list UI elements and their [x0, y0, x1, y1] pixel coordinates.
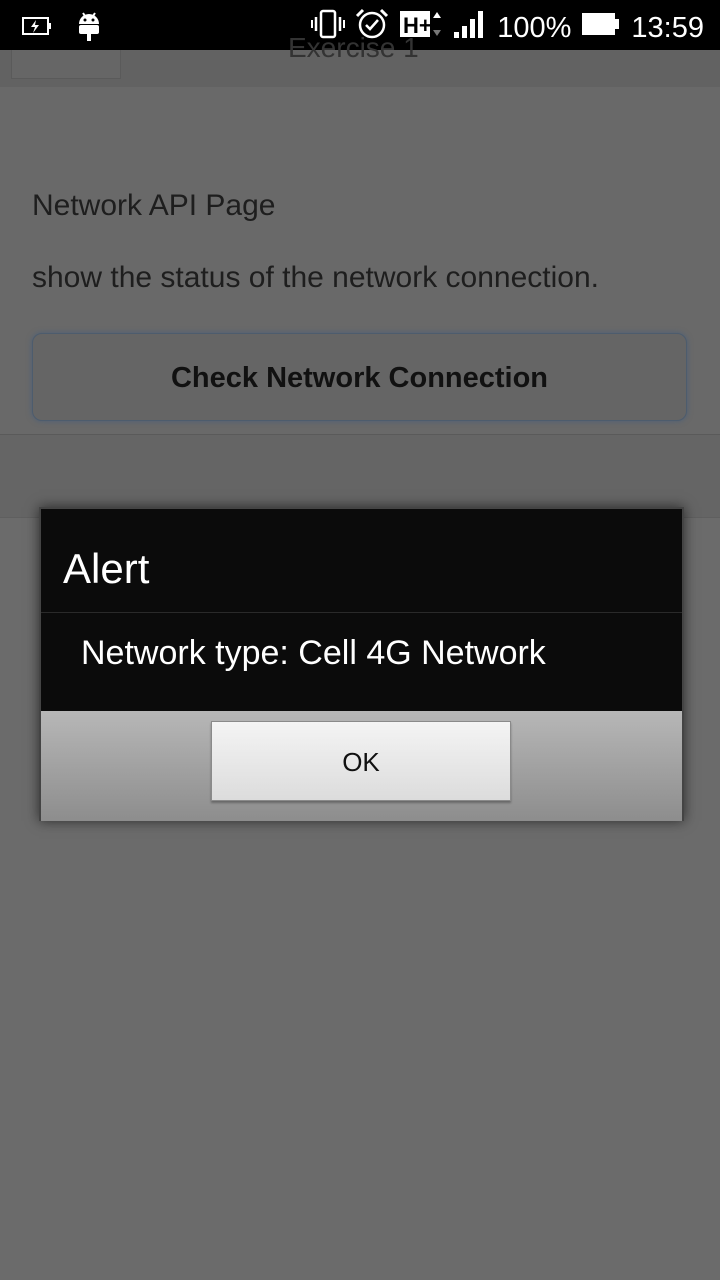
ok-button[interactable]: OK [211, 721, 511, 801]
battery-percent: 100% [497, 11, 572, 44]
page-footer [0, 434, 720, 518]
page-description: show the status of the network connectio… [32, 261, 599, 294]
page-heading: Network API Page [32, 189, 276, 222]
back-button[interactable] [11, 50, 121, 79]
dialog-button-bar: OK [41, 711, 682, 821]
android-debug-icon [76, 10, 102, 46]
page-content: Network API Page show the status of the … [0, 87, 720, 434]
status-bar-left [22, 10, 102, 46]
check-network-button[interactable]: Check Network Connection [32, 333, 687, 421]
dialog-divider [41, 612, 682, 613]
alert-dialog: Alert Network type: Cell 4G Network OK [39, 507, 684, 821]
page-title: Exercise 1 [288, 32, 419, 63]
clock: 13:59 [631, 11, 704, 44]
page-header: Exercise 1 [0, 32, 720, 88]
battery-charging-icon [22, 14, 52, 42]
signal-strength-icon [453, 8, 487, 48]
dialog-title: Alert [63, 545, 150, 592]
app-page: Exercise 1 Network API Page show the sta… [0, 32, 720, 1280]
dialog-message: Network type: Cell 4G Network [81, 634, 546, 672]
battery-icon [581, 10, 621, 46]
